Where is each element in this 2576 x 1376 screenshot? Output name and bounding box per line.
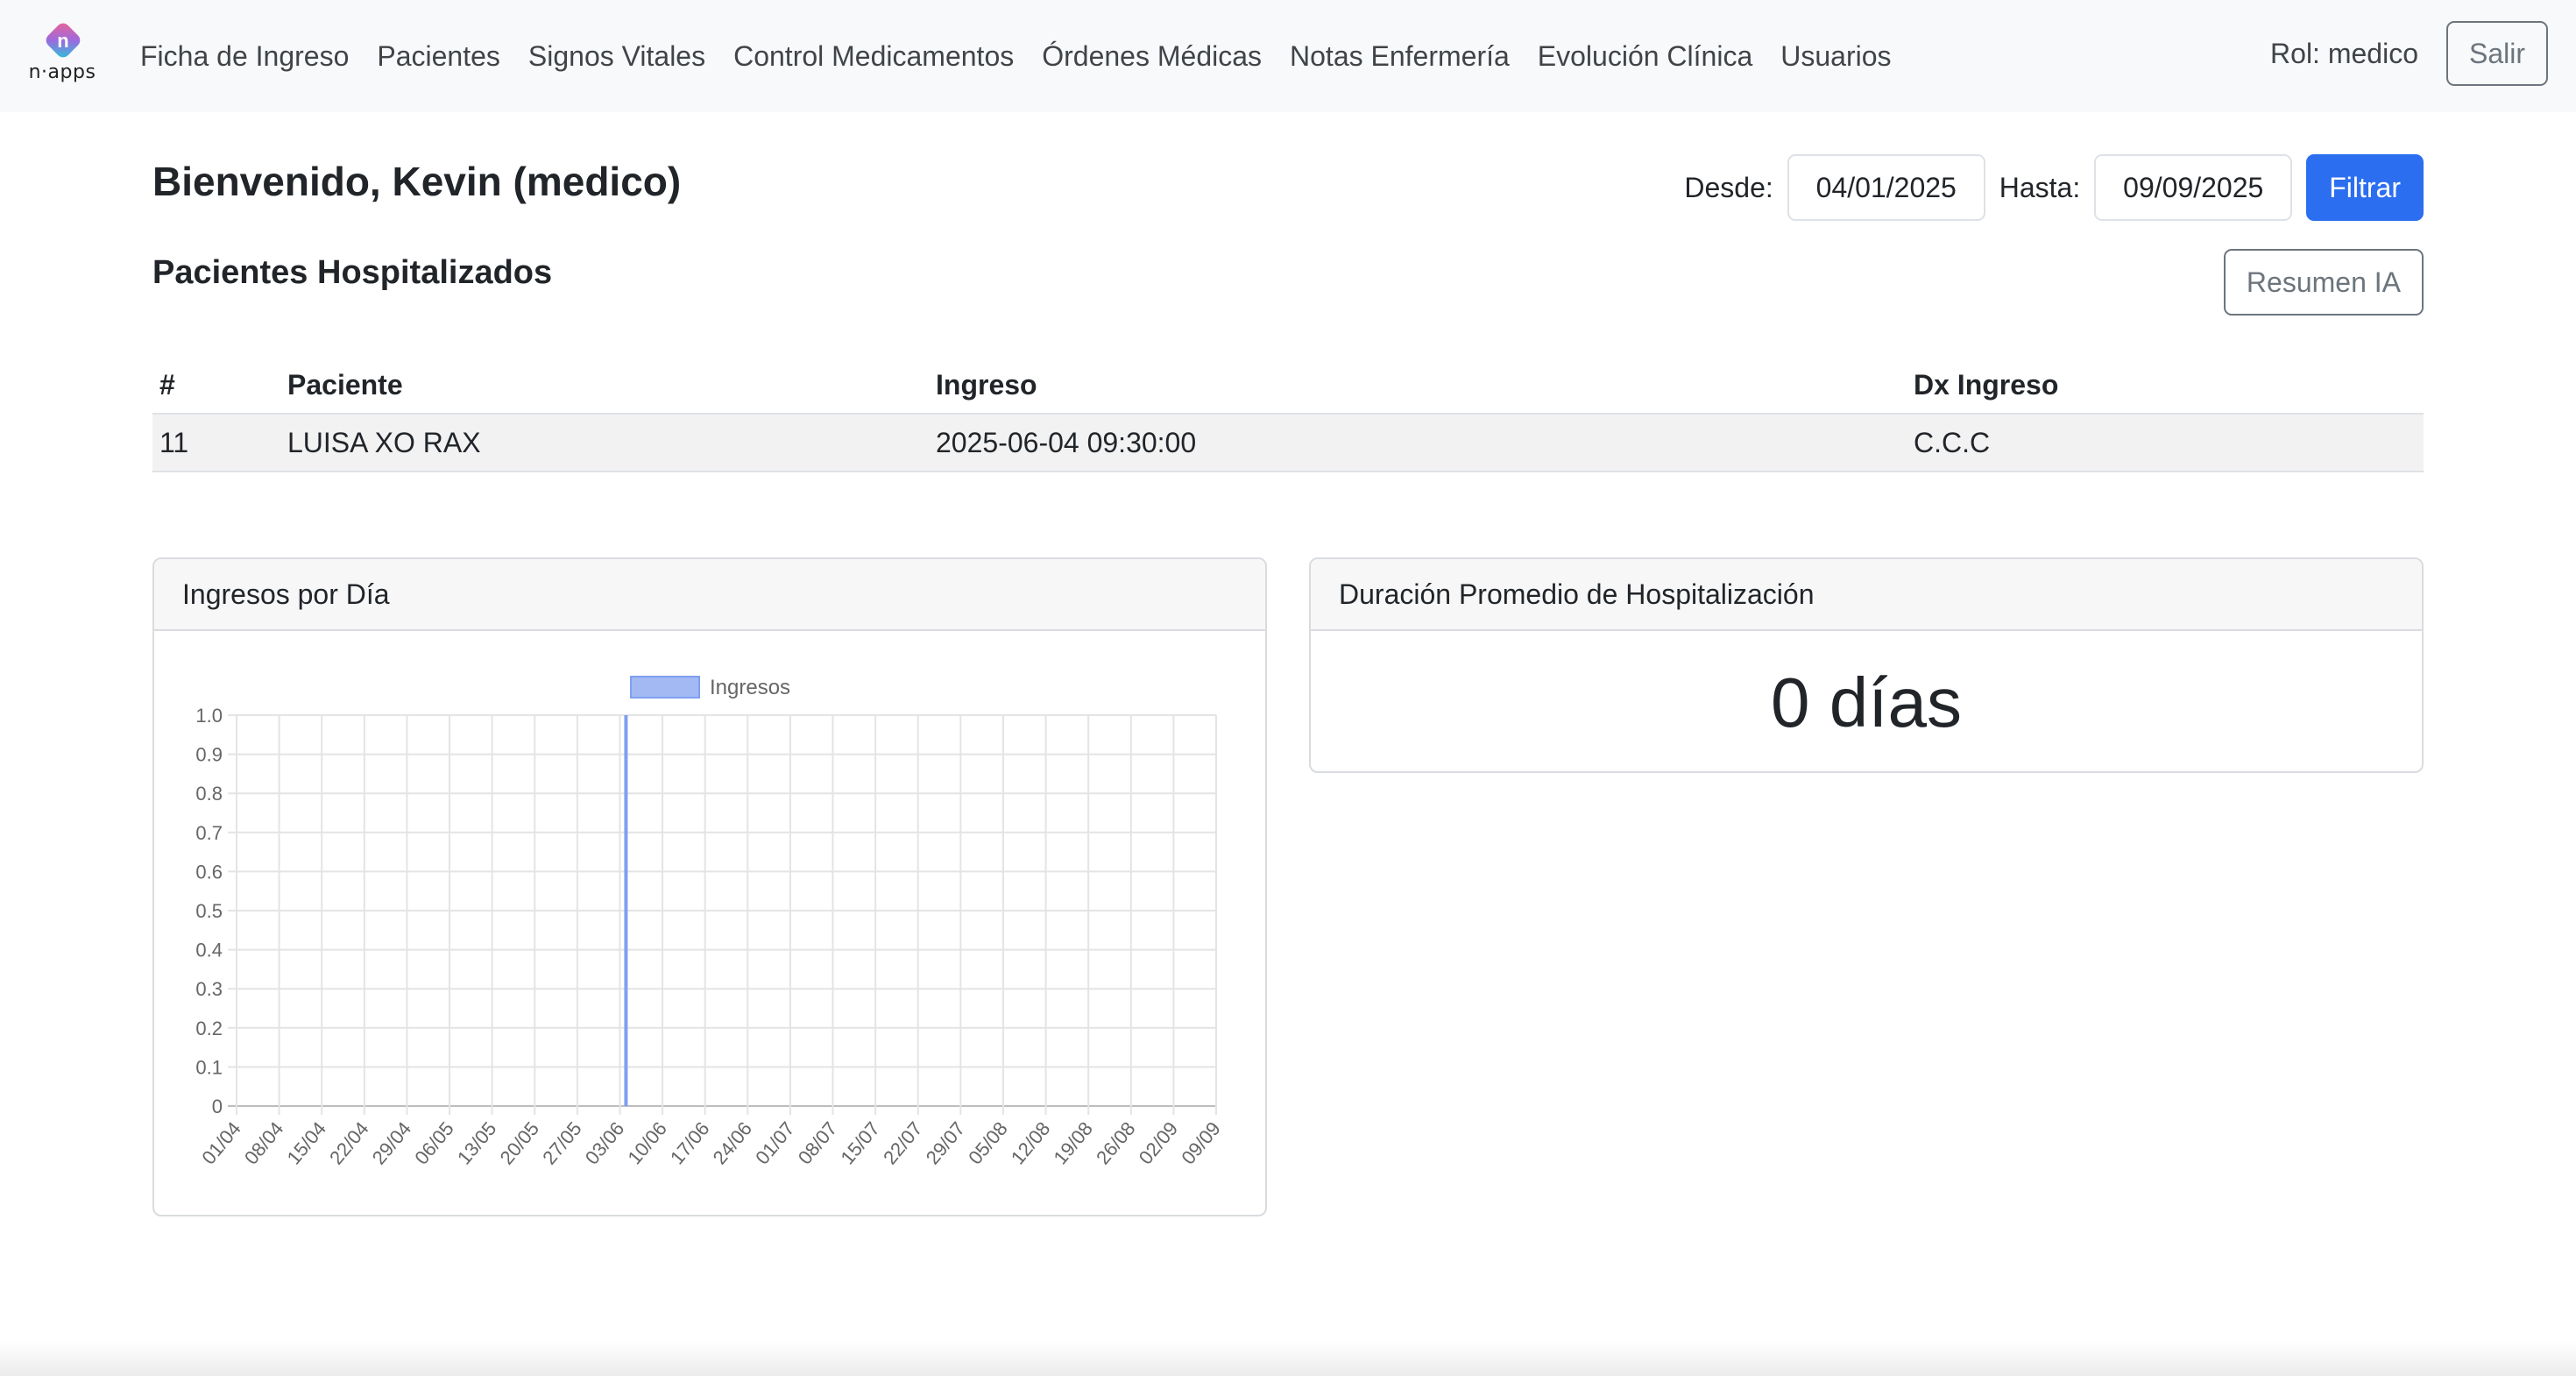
- nav-right: Rol: medico Salir: [2270, 21, 2548, 86]
- nav-ordenes-medicas[interactable]: Órdenes Médicas: [1028, 40, 1276, 73]
- y-tick-label: 0.2: [195, 1018, 223, 1039]
- x-tick-label: 27/05: [538, 1117, 586, 1168]
- bar: [624, 715, 628, 1106]
- x-tick-label: 24/06: [709, 1117, 757, 1168]
- cell-paciente: LUISA XO RAX: [280, 414, 929, 472]
- y-tick-label: 1.0: [195, 705, 223, 727]
- column-header-ingreso: Ingreso: [929, 358, 1907, 415]
- desde-label: Desde:: [1684, 171, 1773, 203]
- table-row[interactable]: 11 LUISA XO RAX 2025-06-04 09:30:00 C.C.…: [152, 414, 2424, 472]
- x-tick-label: 15/07: [836, 1117, 884, 1168]
- x-tick-label: 17/06: [666, 1117, 714, 1168]
- nav-evolucion-clinica[interactable]: Evolución Clínica: [1524, 40, 1766, 73]
- avg-duration-value: 0 días: [1771, 663, 1962, 741]
- cell-number: 11: [152, 414, 280, 472]
- x-tick-label: 12/08: [1007, 1117, 1055, 1168]
- brand-logo-text: n·apps: [28, 61, 96, 83]
- x-tick-label: 08/04: [240, 1117, 288, 1168]
- x-tick-label: 15/04: [283, 1117, 331, 1168]
- napps-logo-icon: n: [46, 23, 81, 58]
- column-header-dx-ingreso: Dx Ingreso: [1907, 358, 2424, 415]
- nav-ficha-ingreso[interactable]: Ficha de Ingreso: [126, 40, 363, 73]
- admissions-bar-chart: 00.10.20.30.40.50.60.70.80.91.001/0408/0…: [195, 676, 1225, 1168]
- avg-duration-card: Duración Promedio de Hospitalización 0 d…: [1309, 557, 2424, 773]
- x-tick-label: 22/04: [325, 1117, 373, 1168]
- legend-swatch: [630, 676, 700, 699]
- cell-dx-ingreso: C.C.C: [1907, 414, 2424, 472]
- x-tick-label: 05/08: [964, 1117, 1012, 1168]
- ai-summary-button[interactable]: Resumen IA: [2223, 249, 2424, 316]
- x-tick-label: 09/09: [1177, 1117, 1225, 1168]
- patients-table: # Paciente Ingreso Dx Ingreso 11 LUISA X…: [152, 358, 2424, 472]
- logout-button[interactable]: Salir: [2445, 21, 2548, 86]
- chart-card-title: Ingresos por Día: [154, 559, 1265, 631]
- x-tick-label: 22/07: [879, 1117, 927, 1168]
- y-tick-label: 0.9: [195, 744, 223, 766]
- x-tick-label: 01/07: [751, 1117, 799, 1168]
- date-filter: Desde: Hasta: Filtrar: [1684, 154, 2424, 221]
- nav-signos-vitales[interactable]: Signos Vitales: [514, 40, 719, 73]
- section-title: Pacientes Hospitalizados: [152, 254, 553, 291]
- hasta-label: Hasta:: [1999, 171, 2081, 203]
- y-tick-label: 0.1: [195, 1056, 223, 1078]
- y-tick-label: 0.7: [195, 822, 223, 844]
- brand-logo[interactable]: n n·apps: [26, 19, 98, 91]
- x-tick-label: 10/06: [623, 1117, 671, 1168]
- x-tick-label: 29/07: [922, 1117, 970, 1168]
- top-navbar: n n·apps Ficha de Ingreso Pacientes Sign…: [0, 0, 2576, 112]
- x-tick-label: 03/06: [581, 1117, 629, 1168]
- user-role: Rol: medico: [2270, 37, 2418, 69]
- table-header-row: # Paciente Ingreso Dx Ingreso: [152, 358, 2424, 415]
- nav-pacientes[interactable]: Pacientes: [363, 40, 514, 73]
- filter-button[interactable]: Filtrar: [2306, 154, 2424, 221]
- y-tick-label: 0.8: [195, 783, 223, 805]
- x-tick-label: 08/07: [794, 1117, 842, 1168]
- y-tick-label: 0: [212, 1096, 223, 1117]
- x-tick-label: 01/04: [197, 1117, 245, 1168]
- hasta-date-input[interactable]: [2094, 154, 2293, 221]
- x-tick-label: 26/08: [1092, 1117, 1140, 1168]
- nav-control-medicamentos[interactable]: Control Medicamentos: [719, 40, 1028, 73]
- x-tick-label: 06/05: [410, 1117, 458, 1168]
- legend-label: Ingresos: [710, 676, 790, 699]
- duration-card-title: Duración Promedio de Hospitalización: [1311, 559, 2422, 631]
- x-tick-label: 20/05: [496, 1117, 544, 1168]
- nav-links: Ficha de Ingreso Pacientes Signos Vitale…: [126, 0, 1906, 112]
- desde-date-input[interactable]: [1787, 154, 1985, 221]
- page-title: Bienvenido, Kevin (medico): [152, 159, 682, 204]
- y-tick-label: 0.5: [195, 900, 223, 922]
- svg-text:n: n: [57, 30, 68, 52]
- x-tick-label: 19/08: [1049, 1117, 1097, 1168]
- x-tick-label: 13/05: [453, 1117, 501, 1168]
- nav-notas-enfermeria[interactable]: Notas Enfermería: [1276, 40, 1524, 73]
- x-tick-label: 02/09: [1135, 1117, 1183, 1168]
- y-tick-label: 0.3: [195, 978, 223, 1000]
- bottom-shadow: [0, 1341, 2576, 1376]
- cell-ingreso: 2025-06-04 09:30:00: [929, 414, 1907, 472]
- y-tick-label: 0.4: [195, 940, 223, 961]
- column-header-paciente: Paciente: [280, 358, 929, 415]
- x-tick-label: 29/04: [368, 1117, 416, 1168]
- y-tick-label: 0.6: [195, 861, 223, 883]
- admissions-chart-card: Ingresos por Día 0 0.1 0.2 0.3 0.4 0.5 0.6 0.7 0…: [152, 557, 1267, 1216]
- column-header-number: #: [152, 358, 280, 415]
- nav-usuarios[interactable]: Usuarios: [1766, 40, 1905, 73]
